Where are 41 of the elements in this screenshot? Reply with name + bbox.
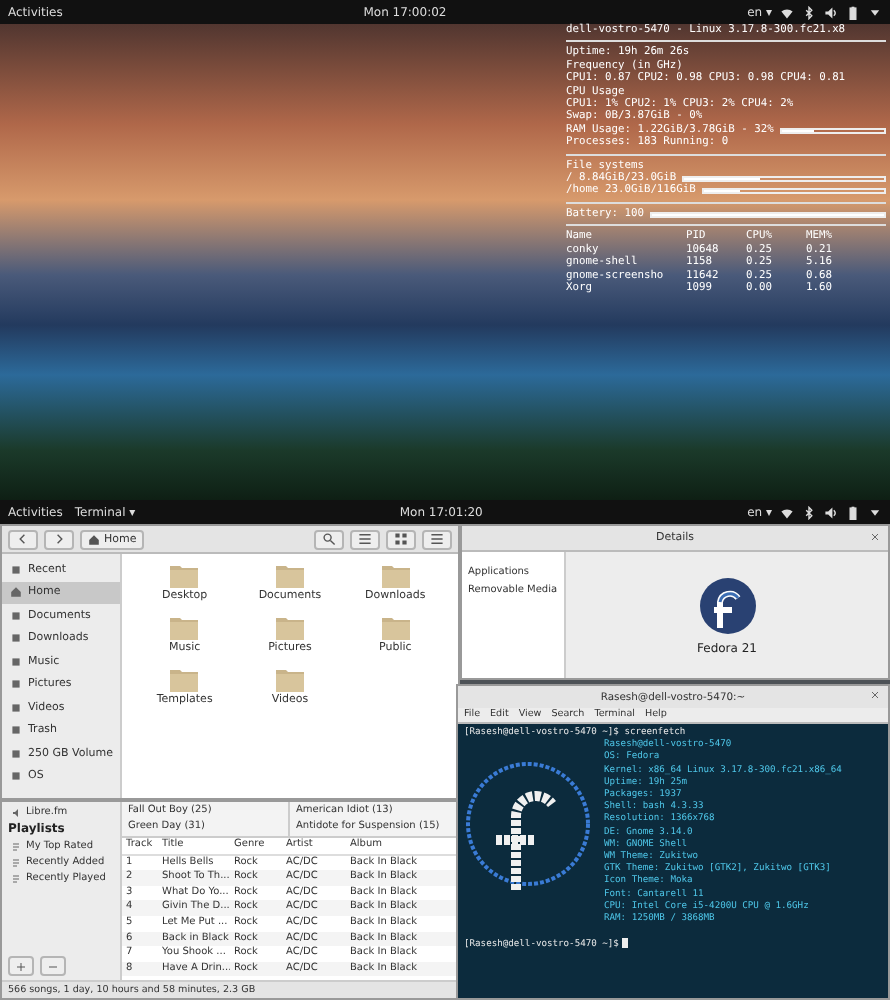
playlist-icon [12, 873, 22, 883]
wifi-icon [780, 5, 794, 19]
battery-icon [846, 505, 860, 519]
folder-icon [381, 616, 410, 640]
forward-icon [52, 532, 66, 546]
caret-icon [868, 505, 882, 519]
playlist-icon [12, 857, 22, 867]
volume-icon [824, 5, 838, 19]
folder-icon [275, 564, 304, 588]
folder-icon [275, 616, 304, 640]
volume-icon [824, 505, 838, 519]
caret-icon [868, 5, 882, 19]
close-icon [870, 531, 880, 541]
battery-icon [846, 5, 860, 19]
playlist-icon [12, 841, 22, 851]
bluetooth-icon [802, 5, 816, 19]
grid-view-button[interactable] [386, 529, 416, 549]
folder-icon [170, 564, 199, 588]
folder-icon [170, 616, 199, 640]
home-icon [10, 586, 22, 599]
plus-icon [16, 961, 26, 971]
grid-icon [394, 532, 408, 546]
folder-icon [275, 668, 304, 692]
back-button[interactable] [8, 529, 38, 549]
list-view-button[interactable] [350, 529, 380, 549]
folder-icon [381, 564, 410, 588]
list-icon [358, 532, 372, 546]
search-icon [322, 532, 336, 546]
minus-icon [48, 961, 58, 971]
folder-icon [170, 668, 199, 692]
back-icon [16, 532, 30, 546]
wifi-icon [780, 505, 794, 519]
forward-button[interactable] [44, 529, 74, 549]
menu-button[interactable] [422, 529, 452, 549]
bluetooth-icon [802, 505, 816, 519]
home-icon [88, 533, 100, 545]
menu-icon [430, 532, 444, 546]
close-icon [870, 690, 880, 700]
logo-icon [697, 575, 757, 635]
speaker-icon [12, 807, 22, 817]
search-button[interactable] [314, 529, 344, 549]
